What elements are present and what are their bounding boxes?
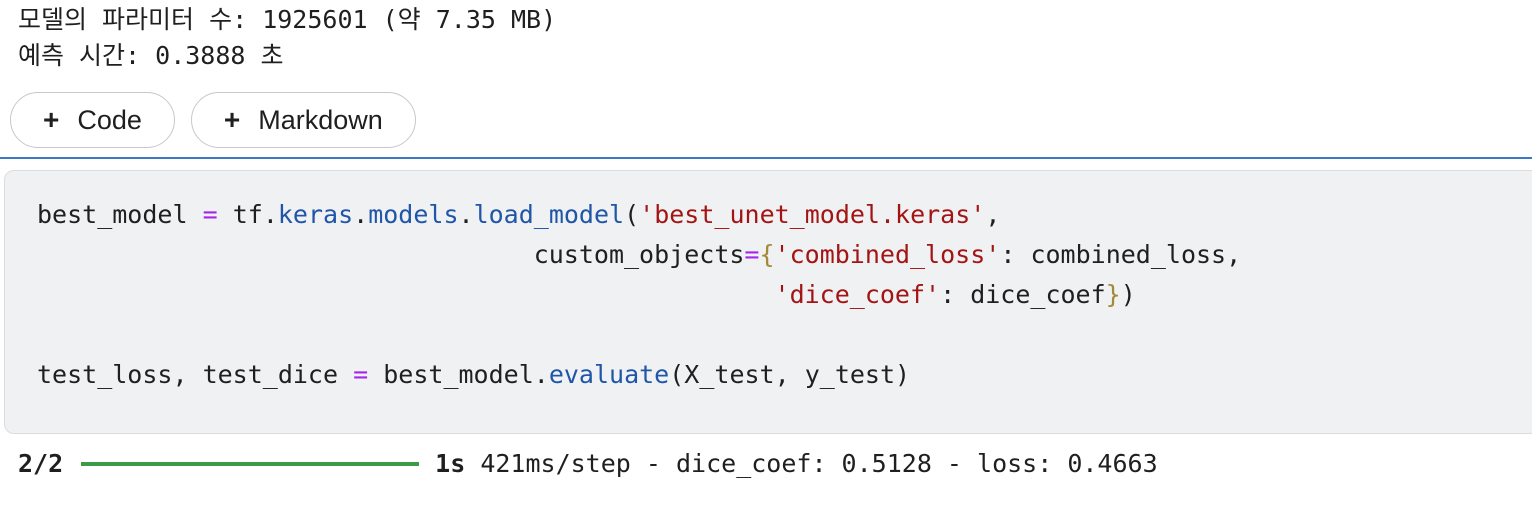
code-token: 'dice_coef': [774, 280, 941, 309]
add-markdown-cell-button[interactable]: + Markdown: [190, 92, 416, 148]
add-code-cell-button[interactable]: + Code: [10, 92, 175, 148]
progress-bar: [81, 462, 420, 466]
code-token: 'best_unet_model.keras': [639, 200, 986, 229]
code-token: 'combined_loss': [774, 240, 1001, 269]
code-token: y_test: [804, 360, 896, 389]
metrics-text: 421ms/step - dice_coef: 0.5128 - loss: 0…: [465, 446, 1157, 482]
code-cell-editor[interactable]: best_model = tf.keras.models.load_model(…: [4, 170, 1532, 434]
code-token: test_loss: [37, 360, 173, 389]
code-token: models: [368, 200, 459, 229]
code-token: best_model: [383, 360, 534, 389]
plus-icon: +: [223, 104, 241, 135]
elapsed-time: 1s: [435, 449, 466, 478]
code-token: combined_loss: [1030, 240, 1227, 269]
add-code-label: Code: [77, 104, 142, 135]
code-token: =: [744, 240, 760, 269]
cell-output: 2/2 1s 421ms/step - dice_coef: 0.5128 - …: [18, 446, 1158, 482]
code-token: best_model: [37, 200, 188, 229]
code-token: test_dice: [202, 360, 339, 389]
code-text[interactable]: best_model = tf.keras.models.load_model(…: [37, 195, 1241, 395]
code-token: X_test: [684, 360, 775, 389]
plus-icon: +: [43, 104, 60, 135]
active-cell-divider: [0, 157, 1532, 159]
code-token: evaluate: [548, 360, 670, 389]
metrics-values: 421ms/step - dice_coef: 0.5128 - loss: 0…: [480, 449, 1158, 478]
previous-cell-output: 모델의 파라미터 수: 1925601 (약 7.35 MB) 예측 시간: 0.…: [18, 2, 556, 74]
code-token: tf: [232, 200, 263, 229]
code-token: dice_coef: [970, 280, 1106, 309]
step-counter: 2/2: [18, 449, 64, 478]
code-token: keras: [277, 200, 354, 229]
code-token: custom_objects: [533, 240, 745, 269]
add-markdown-label: Markdown: [258, 104, 383, 135]
add-cell-toolbar: + Code + Markdown: [10, 92, 416, 148]
code-token: load_model: [473, 200, 625, 229]
code-token: =: [353, 360, 369, 389]
param-count-line: 모델의 파라미터 수: 1925601 (약 7.35 MB): [18, 5, 557, 34]
prediction-time-line: 예측 시간: 0.3888 초: [18, 41, 284, 70]
code-token: =: [202, 200, 218, 229]
